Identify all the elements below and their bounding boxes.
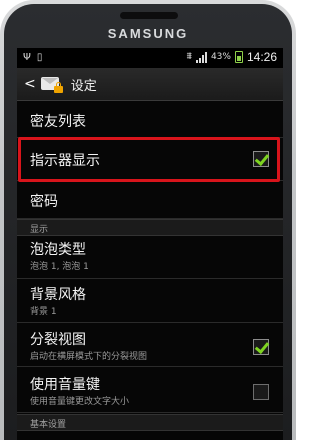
section-header-display: 显示 bbox=[17, 219, 283, 236]
setting-password[interactable]: 密码 bbox=[17, 181, 283, 219]
section-label: 显示 bbox=[30, 225, 49, 235]
battery-percent: 43% bbox=[210, 52, 231, 62]
setting-background-style[interactable]: 背景风格 背景 1 bbox=[17, 279, 283, 323]
section-label: 基本设置 bbox=[30, 420, 67, 430]
setting-label: 泡泡类型 bbox=[30, 242, 86, 258]
setting-summary: 泡泡 1, 泡泡 1 bbox=[30, 262, 89, 272]
setting-label: 密码 bbox=[30, 194, 58, 210]
setting-label: 使用音量键 bbox=[30, 377, 100, 393]
battery-icon bbox=[234, 51, 243, 63]
setting-label: 分裂视图 bbox=[30, 332, 86, 348]
setting-split-view[interactable]: 分裂视图 启动在横屏模式下的分裂视图 bbox=[17, 323, 283, 367]
setting-label: 密友列表 bbox=[30, 114, 86, 130]
mail-lock-icon bbox=[40, 75, 63, 93]
setting-label: 背景风格 bbox=[30, 287, 86, 303]
setting-summary: 背景 1 bbox=[30, 307, 57, 317]
action-bar: < 设定 bbox=[17, 68, 283, 101]
usb-icon: Ψ bbox=[23, 52, 31, 63]
brand-logo: SAMSUNG bbox=[107, 26, 189, 41]
phone-frame: SAMSUNG Ψ ▯ ⩩ 43% 14:26 < 设定 密友列表 指示器显示 bbox=[0, 0, 296, 440]
section-header-basic: 基本设置 bbox=[17, 414, 283, 431]
page-title: 设定 bbox=[70, 78, 97, 94]
setting-summary: 使用音量键更改文字大小 bbox=[30, 397, 130, 407]
signal-icon bbox=[195, 51, 207, 63]
sd-card-icon: ▯ bbox=[36, 52, 43, 63]
clock: 14:26 bbox=[246, 50, 277, 64]
vibrate-icon: ⩩ bbox=[186, 51, 192, 62]
screen: Ψ ▯ ⩩ 43% 14:26 < 设定 密友列表 指示器显示 密码 显示 泡泡… bbox=[17, 48, 283, 440]
split-view-checkbox[interactable] bbox=[253, 339, 269, 355]
setting-bubble-type[interactable]: 泡泡类型 泡泡 1, 泡泡 1 bbox=[17, 236, 283, 279]
status-bar: Ψ ▯ ⩩ 43% 14:26 bbox=[17, 48, 283, 68]
setting-friends-list[interactable]: 密友列表 bbox=[17, 101, 283, 138]
volume-keys-checkbox[interactable] bbox=[253, 384, 269, 400]
earpiece-speaker bbox=[120, 12, 178, 19]
back-button[interactable]: < bbox=[24, 76, 36, 92]
setting-summary: 启动在横屏模式下的分裂视图 bbox=[30, 352, 148, 362]
highlight-frame bbox=[18, 137, 280, 182]
setting-volume-keys[interactable]: 使用音量键 使用音量键更改文字大小 bbox=[17, 367, 283, 413]
